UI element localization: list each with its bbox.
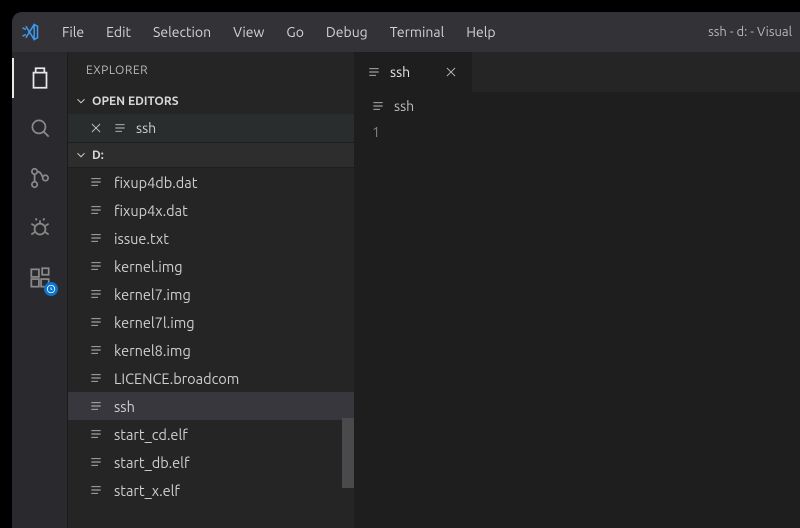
tab-label: ssh [390,64,410,80]
explorer-title: EXPLORER [68,52,354,88]
scrollbar-thumb[interactable] [342,418,354,488]
file-row[interactable]: start_cd.elf [68,420,354,448]
file-icon [88,398,104,414]
file-icon [88,342,104,358]
file-name: LICENCE.broadcom [114,370,239,387]
file-icon [88,258,104,274]
file-row[interactable]: fixup4db.dat [68,168,354,196]
file-row[interactable]: LICENCE.broadcom [68,364,354,392]
file-name: ssh [114,398,135,415]
file-row[interactable]: issue.txt [68,224,354,252]
menu-view[interactable]: View [223,20,274,44]
menu-selection[interactable]: Selection [143,20,221,44]
file-row[interactable]: kernel7.img [68,280,354,308]
tab-bar: ssh [354,52,800,92]
editor-group: ssh ssh 1 [354,52,800,528]
menu-file[interactable]: File [52,20,94,44]
file-name: kernel.img [114,258,183,275]
editor-content[interactable] [392,120,800,528]
file-list: fixup4db.dat fixup4x.dat issue.txt kernel.i… [68,168,354,528]
open-editor-item[interactable]: ssh [68,114,354,142]
file-icon [88,314,104,330]
file-icon [366,64,382,80]
workspace-label: D: [92,149,104,162]
chevron-down-icon [74,148,88,162]
menu-debug[interactable]: Debug [316,20,378,44]
open-editors-header[interactable]: OPEN EDITORS [68,88,354,114]
file-icon [112,120,128,136]
file-icon [88,286,104,302]
file-row[interactable]: start_x.elf [68,476,354,504]
file-row[interactable]: ssh [68,392,354,420]
line-number: 1 [354,120,392,528]
file-name: kernel7l.img [114,314,195,331]
explorer-panel: EXPLORER OPEN EDITORS ssh D: fixup4db.da… [68,52,354,528]
file-name: fixup4x.dat [114,202,188,219]
activity-extensions[interactable] [24,262,56,294]
chevron-down-icon [74,94,88,108]
breadcrumbs[interactable]: ssh [354,92,800,120]
file-row[interactable]: kernel8.img [68,336,354,364]
file-name: kernel7.img [114,286,191,303]
menu-terminal[interactable]: Terminal [380,20,455,44]
close-icon[interactable] [88,120,104,136]
file-icon [88,230,104,246]
file-icon [88,174,104,190]
file-name: issue.txt [114,230,169,247]
file-icon [88,482,104,498]
workspace-header[interactable]: D: [68,142,354,168]
tab-ssh[interactable]: ssh [354,52,472,92]
clock-badge-icon [44,282,58,296]
file-icon [88,202,104,218]
menu-go[interactable]: Go [276,20,313,44]
activity-debug[interactable] [24,212,56,244]
breadcrumb-item: ssh [394,98,414,114]
file-name: start_x.elf [114,482,180,499]
file-icon [88,370,104,386]
workbench: EXPLORER OPEN EDITORS ssh D: fixup4db.da… [12,52,800,528]
file-name: start_cd.elf [114,426,188,443]
vscode-logo-icon [20,22,40,42]
file-row[interactable]: start_db.elf [68,448,354,476]
file-icon [370,98,386,114]
close-icon[interactable] [442,63,460,81]
file-icon [88,454,104,470]
menu-edit[interactable]: Edit [96,20,141,44]
file-row[interactable]: fixup4x.dat [68,196,354,224]
open-editor-name: ssh [136,120,156,136]
open-editors-label: OPEN EDITORS [92,95,179,108]
titlebar: File Edit Selection View Go Debug Termin… [12,12,800,52]
file-row[interactable]: kernel7l.img [68,308,354,336]
activity-explorer[interactable] [24,62,56,94]
vscode-window: File Edit Selection View Go Debug Termin… [12,12,800,528]
activity-search[interactable] [24,112,56,144]
window-title: ssh - d: - Visual [708,25,792,39]
file-name: kernel8.img [114,342,191,359]
file-name: fixup4db.dat [114,174,197,191]
file-row[interactable]: kernel.img [68,252,354,280]
file-name: start_db.elf [114,454,190,471]
activity-source-control[interactable] [24,162,56,194]
file-icon [88,426,104,442]
editor-body[interactable]: 1 [354,120,800,528]
menubar: File Edit Selection View Go Debug Termin… [52,20,506,44]
activity-bar [12,52,68,528]
menu-help[interactable]: Help [456,20,505,44]
